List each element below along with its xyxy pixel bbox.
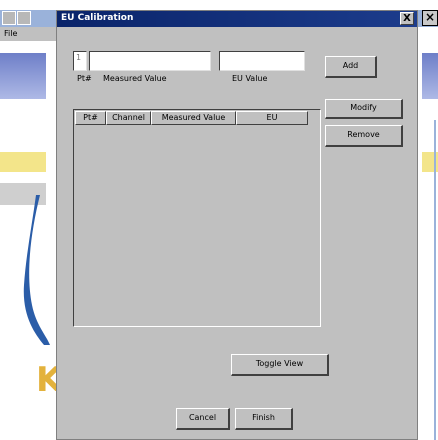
finish-button[interactable]: Finish xyxy=(235,408,293,430)
close-button[interactable]: X xyxy=(400,12,414,25)
eu-value-label: EU Value xyxy=(232,74,268,83)
background-graphic xyxy=(422,53,438,99)
background-logo-swoosh-icon xyxy=(23,195,50,345)
add-button[interactable]: Add xyxy=(325,56,377,78)
column-header-pt[interactable]: Pt# xyxy=(75,111,106,125)
eu-value-field[interactable] xyxy=(219,51,305,71)
background-graphic xyxy=(0,152,46,172)
pt-number-field[interactable]: 1 xyxy=(73,51,87,71)
close-icon: X xyxy=(403,13,411,24)
background-graphic xyxy=(434,120,436,440)
pt-label: Pt# xyxy=(77,74,92,83)
column-header-measured-value[interactable]: Measured Value xyxy=(151,111,236,125)
background-app-icon xyxy=(2,11,16,25)
background-app-icon xyxy=(17,11,31,25)
remove-button[interactable]: Remove xyxy=(325,125,403,147)
calibration-table: Pt# Channel Measured Value EU xyxy=(73,109,321,327)
background-graphic xyxy=(0,53,46,99)
background-top-strip xyxy=(0,0,438,10)
menu-file[interactable]: File xyxy=(4,29,17,38)
column-header-channel[interactable]: Channel xyxy=(106,111,151,125)
column-header-eu[interactable]: EU xyxy=(236,111,308,125)
dialog-titlebar[interactable]: EU Calibration X xyxy=(57,11,417,27)
background-close-button[interactable]: × xyxy=(422,10,438,26)
measured-value-label: Measured Value xyxy=(103,74,167,83)
toggle-view-button[interactable]: Toggle View xyxy=(231,354,329,376)
eu-calibration-dialog: EU Calibration X 1 Pt# Measured Value EU… xyxy=(56,10,418,440)
modify-button[interactable]: Modify xyxy=(325,99,403,119)
measured-value-field[interactable] xyxy=(89,51,211,71)
dialog-title: EU Calibration xyxy=(61,13,134,23)
cancel-button[interactable]: Cancel xyxy=(176,408,230,430)
